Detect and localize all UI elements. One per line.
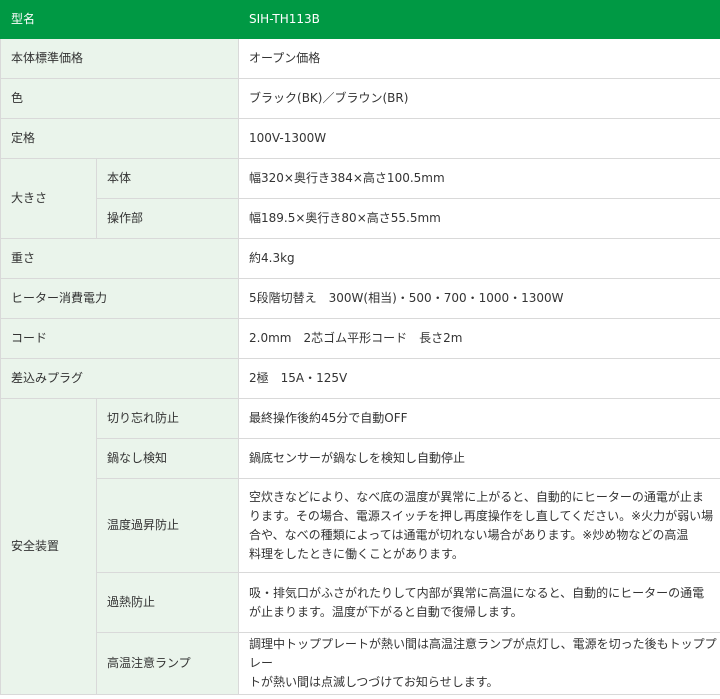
cord-label: コード (0, 318, 240, 359)
overheat-label: 過熱防止 (95, 572, 240, 633)
size-control-label: 操作部 (95, 198, 240, 239)
spec-row-rating: 定格 100V-1300W (0, 118, 720, 159)
overtemp-line-4: 料理をしたときに働くことがあります。 (249, 546, 464, 561)
overheat-value: 吸・排気口がふさがれたりして内部が異常に高温になると、自動的にヒーターの通電 が… (238, 572, 720, 633)
lamp-line-2: トが熱い間は点滅しつづけてお知らせします。 (249, 675, 499, 689)
power-label: ヒーター消費電力 (0, 278, 240, 319)
nopan-value: 鍋底センサーが鍋なしを検知し自動停止 (238, 438, 720, 479)
spec-row-safety-overtemp: 温度過昇防止 空炊きなどにより、なべ底の温度が異常に上がると、自動的にヒーターの… (1, 478, 720, 573)
color-label: 色 (0, 78, 240, 119)
spec-row-size-body: 大きさ 本体 幅320×奥行き384×高さ100.5mm (0, 158, 720, 239)
lamp-value: 調理中トッププレートが熱い間は高温注意ランプが点灯し、電源を切った後もトッププレ… (238, 632, 720, 695)
size-label: 大きさ (0, 158, 97, 239)
lamp-line-1: 調理中トッププレートが熱い間は高温注意ランプが点灯し、電源を切った後もトッププレ… (249, 637, 717, 670)
weight-value: 約4.3kg (238, 238, 720, 279)
overheat-line-2: が止まります。温度が下がると自動で復帰します。 (249, 604, 523, 619)
plug-label: 差込みプラグ (0, 358, 240, 399)
spec-row-safety-autooff: 安全装置 切り忘れ防止 最終操作後約45分で自動OFF (0, 398, 720, 695)
cord-value: 2.0mm 2芯ゴム平形コード 長さ2m (238, 318, 720, 359)
spec-row-safety-overheat: 過熱防止 吸・排気口がふさがれたりして内部が異常に高温になると、自動的にヒーター… (1, 572, 720, 633)
plug-value: 2極 15A・125V (238, 358, 720, 399)
nopan-label: 鍋なし検知 (95, 438, 240, 479)
overheat-line-1: 吸・排気口がふさがれたりして内部が異常に高温になると、自動的にヒーターの通電 (249, 585, 705, 600)
rating-label: 定格 (0, 118, 240, 159)
spec-row-safety-lamp: 高温注意ランプ 調理中トッププレートが熱い間は高温注意ランプが点灯し、電源を切っ… (1, 632, 720, 695)
overtemp-label: 温度過昇防止 (95, 478, 240, 573)
spec-row-model: 型名 SIH-TH113B (0, 0, 720, 39)
weight-label: 重さ (0, 238, 240, 279)
size-body-value: 幅320×奥行き384×高さ100.5mm (238, 158, 720, 199)
autooff-value: 最終操作後約45分で自動OFF (238, 398, 720, 439)
spec-row-plug: 差込みプラグ 2極 15A・125V (0, 358, 720, 399)
autooff-label: 切り忘れ防止 (95, 398, 240, 439)
rating-value: 100V-1300W (238, 118, 720, 159)
spec-row-size-control: 操作部 幅189.5×奥行き80×高さ55.5mm (1, 198, 720, 239)
lamp-label: 高温注意ランプ (95, 632, 240, 695)
price-label: 本体標準価格 (0, 38, 240, 79)
size-body-label: 本体 (95, 158, 240, 199)
overtemp-value: 空炊きなどにより、なべ底の温度が異常に上がると、自動的にヒーターの通電が止ま り… (238, 478, 720, 573)
model-label: 型名 (0, 0, 240, 39)
spec-row-cord: コード 2.0mm 2芯ゴム平形コード 長さ2m (0, 318, 720, 359)
price-value: オープン価格 (238, 38, 720, 79)
spec-row-color: 色 ブラック(BK)／ブラウン(BR) (0, 78, 720, 119)
safety-label: 安全装置 (0, 398, 97, 695)
size-control-value: 幅189.5×奥行き80×高さ55.5mm (238, 198, 720, 239)
spec-row-price: 本体標準価格 オープン価格 (0, 38, 720, 79)
spec-table: 型名 SIH-TH113B 本体標準価格 オープン価格 色 ブラック(BK)／ブ… (0, 0, 720, 695)
color-value: ブラック(BK)／ブラウン(BR) (238, 78, 720, 119)
spec-row-power: ヒーター消費電力 5段階切替え 300W(相当)・500・700・1000・13… (0, 278, 720, 319)
overtemp-line-2: ります。その場合、電源スイッチを押し再度操作をし直してください。※火力が弱い場 (249, 508, 714, 523)
power-value: 5段階切替え 300W(相当)・500・700・1000・1300W (238, 278, 720, 319)
overtemp-line-1: 空炊きなどにより、なべ底の温度が異常に上がると、自動的にヒーターの通電が止ま (249, 489, 704, 504)
spec-row-safety-nopan: 鍋なし検知 鍋底センサーが鍋なしを検知し自動停止 (1, 438, 720, 479)
model-value: SIH-TH113B (238, 0, 720, 39)
overtemp-line-3: 合や、なべの種類によっては通電が切れない場合があります。※炒め物などの高温 (249, 527, 689, 542)
spec-row-weight: 重さ 約4.3kg (0, 238, 720, 279)
